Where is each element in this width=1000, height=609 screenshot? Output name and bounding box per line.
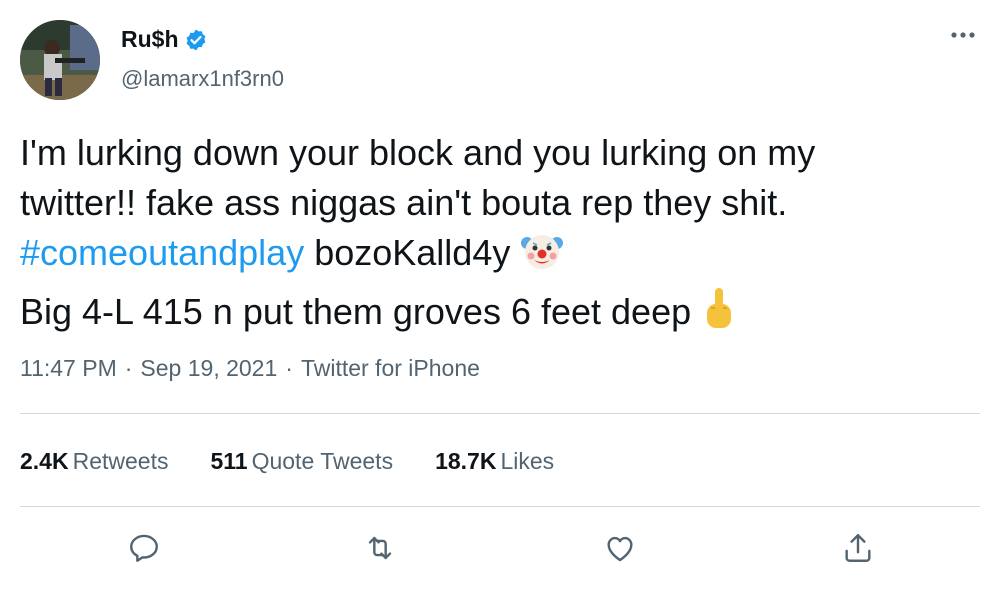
tweet-line-1: I'm lurking down your block and you lurk… [20,132,816,173]
clown-face-emoji-icon [520,229,564,286]
verified-badge-icon [184,28,208,52]
user-handle[interactable]: @lamarx1nf3rn0 [121,66,284,92]
more-icon[interactable] [948,20,978,50]
separator: · [285,355,293,381]
tweet-line-3: #comeoutandplay bozoKalld4y [20,228,980,286]
share-icon[interactable] [838,528,878,568]
reply-icon[interactable] [124,528,164,568]
divider [20,506,980,507]
action-bar [0,528,1000,568]
divider [20,413,980,414]
retweets-stat[interactable]: 2.4K Retweets [20,448,168,475]
like-icon[interactable] [600,528,640,568]
tweet-metadata: 11:47 PM · Sep 19, 2021 · Twitter for iPhone [20,355,480,382]
tweet-source[interactable]: Twitter for iPhone [301,355,480,381]
display-name[interactable]: Ru$h [121,26,208,53]
hashtag-link[interactable]: #comeoutandplay [20,232,304,273]
quote-tweets-stat[interactable]: 511 Quote Tweets [210,448,393,475]
tweet-date[interactable]: Sep 19, 2021 [140,355,277,381]
tweet-line-4: Big 4-L 415 n put them groves 6 feet dee… [20,286,980,345]
retweets-label: Retweets [72,448,169,474]
engagement-stats: 2.4K Retweets 511 Quote Tweets 18.7K Likes [20,448,596,475]
quote-tweets-label: Quote Tweets [251,448,394,474]
separator: · [124,355,133,381]
avatar[interactable] [20,20,100,100]
retweet-icon[interactable] [360,528,400,568]
tweet-text: I'm lurking down your block and you lurk… [20,128,980,345]
likes-label: Likes [500,448,555,474]
display-name-text: Ru$h [121,26,179,52]
tweet-line-3-rest: bozoKalld4y [304,232,511,273]
tweet-line-2: twitter!! fake ass niggas ain't bouta re… [20,182,788,223]
retweets-count: 2.4K [20,448,69,474]
tweet-line-4-text: Big 4-L 415 n put them groves 6 feet dee… [20,291,692,332]
likes-count: 18.7K [435,448,497,474]
middle-finger-emoji-icon [701,286,737,345]
tweet-time[interactable]: 11:47 PM [20,355,117,381]
quote-tweets-count: 511 [210,448,248,474]
likes-stat[interactable]: 18.7K Likes [435,448,554,475]
